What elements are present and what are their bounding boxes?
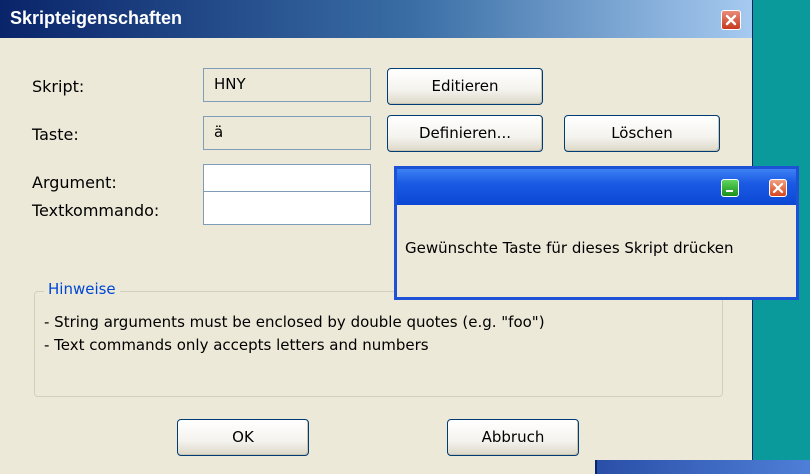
- ok-button[interactable]: OK: [177, 419, 309, 456]
- dialog-close-button[interactable]: [721, 10, 741, 30]
- key-label: Taste:: [32, 125, 79, 144]
- minimize-icon: [726, 190, 733, 192]
- popup-message: Gewünschte Taste für dieses Skript drück…: [405, 239, 734, 257]
- cancel-button[interactable]: Abbruch: [447, 419, 579, 456]
- popup-close-button[interactable]: [769, 179, 787, 197]
- close-icon: [772, 182, 784, 194]
- textcommand-label: Textkommando:: [32, 201, 160, 220]
- argument-label: Argument:: [32, 173, 117, 192]
- script-label: Skript:: [32, 77, 85, 96]
- hints-legend: Hinweise: [44, 280, 120, 298]
- dialog-titlebar[interactable]: Skripteigenschaften: [0, 0, 752, 38]
- key-field: ä: [203, 116, 371, 150]
- close-icon: [725, 14, 737, 26]
- script-field: HNY: [203, 68, 371, 102]
- edit-button[interactable]: Editieren: [387, 68, 543, 105]
- textcommand-input[interactable]: [203, 191, 371, 225]
- background-window-titlebar[interactable]: [595, 460, 810, 474]
- define-button[interactable]: Definieren...: [387, 115, 543, 152]
- key-capture-popup: Gewünschte Taste für dieses Skript drück…: [394, 166, 799, 300]
- dialog-title: Skripteigenschaften: [10, 8, 183, 28]
- hint-line: - Text commands only accepts letters and…: [44, 336, 429, 354]
- popup-titlebar[interactable]: [397, 169, 796, 205]
- delete-button[interactable]: Löschen: [564, 115, 720, 152]
- hint-line: - String arguments must be enclosed by d…: [44, 313, 545, 331]
- popup-minimize-button[interactable]: [721, 179, 739, 197]
